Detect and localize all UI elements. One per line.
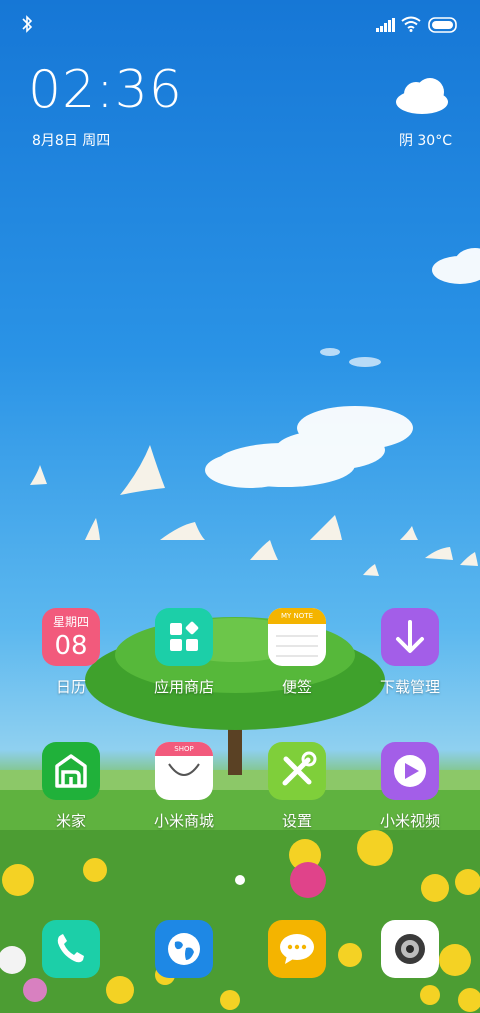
calendar-icon: 星期四 08 <box>42 608 100 666</box>
clock-time[interactable]: 02:36 <box>28 64 183 116</box>
weather-text[interactable]: 阴 30°C <box>399 130 452 150</box>
app-label: 小米视频 <box>379 812 440 830</box>
settings-icon <box>268 742 326 800</box>
app-mi-video[interactable]: 小米视频 <box>365 742 455 831</box>
app-calendar[interactable]: 星期四 08 日历 <box>26 608 116 697</box>
shop-header: SHOP <box>155 742 213 756</box>
app-settings[interactable]: 设置 <box>252 742 342 831</box>
signal-icon <box>376 18 395 32</box>
dock-phone-button[interactable] <box>42 920 100 978</box>
notes-header: MY NOTE <box>268 608 326 624</box>
page-indicator <box>0 870 480 889</box>
calendar-weekday: 星期四 <box>52 615 89 629</box>
app-label: 米家 <box>55 812 86 830</box>
messages-icon <box>280 934 314 964</box>
wifi-icon <box>401 16 421 32</box>
download-icon <box>381 608 439 666</box>
app-mi-shop[interactable]: SHOP 小米商城 <box>139 742 229 831</box>
dock-browser-button[interactable] <box>155 920 213 978</box>
calendar-day: 08 <box>54 631 88 661</box>
app-store-icon <box>155 608 213 666</box>
cloud-decoration <box>205 248 480 488</box>
mi-home-icon <box>42 742 100 800</box>
app-notes[interactable]: MY NOTE 便签 <box>252 608 342 697</box>
page-indicator-dot[interactable] <box>235 875 245 885</box>
app-label: 应用商店 <box>153 678 214 696</box>
app-downloads[interactable]: 下载管理 <box>365 608 455 697</box>
notes-icon: MY NOTE <box>268 608 326 666</box>
app-store[interactable]: 应用商店 <box>139 608 229 697</box>
app-label: 便签 <box>281 678 312 696</box>
dock-camera-button[interactable] <box>381 920 439 978</box>
dock-messages-button[interactable] <box>268 920 326 978</box>
bluetooth-icon <box>22 15 33 33</box>
shop-icon: SHOP <box>155 742 213 800</box>
cloud-icon[interactable] <box>392 72 452 116</box>
wallpaper <box>0 248 480 1013</box>
battery-icon <box>428 17 457 33</box>
status-bar <box>0 0 480 50</box>
app-mi-home[interactable]: 米家 <box>26 742 116 831</box>
clock-date[interactable]: 8月8日 周四 <box>32 130 110 150</box>
browser-icon <box>168 933 200 965</box>
app-label: 日历 <box>55 678 86 696</box>
phone-icon <box>57 934 84 963</box>
app-label: 设置 <box>281 812 312 830</box>
app-label: 下载管理 <box>379 678 440 696</box>
app-label: 小米商城 <box>153 812 214 830</box>
camera-icon <box>395 934 425 964</box>
video-icon <box>381 742 439 800</box>
